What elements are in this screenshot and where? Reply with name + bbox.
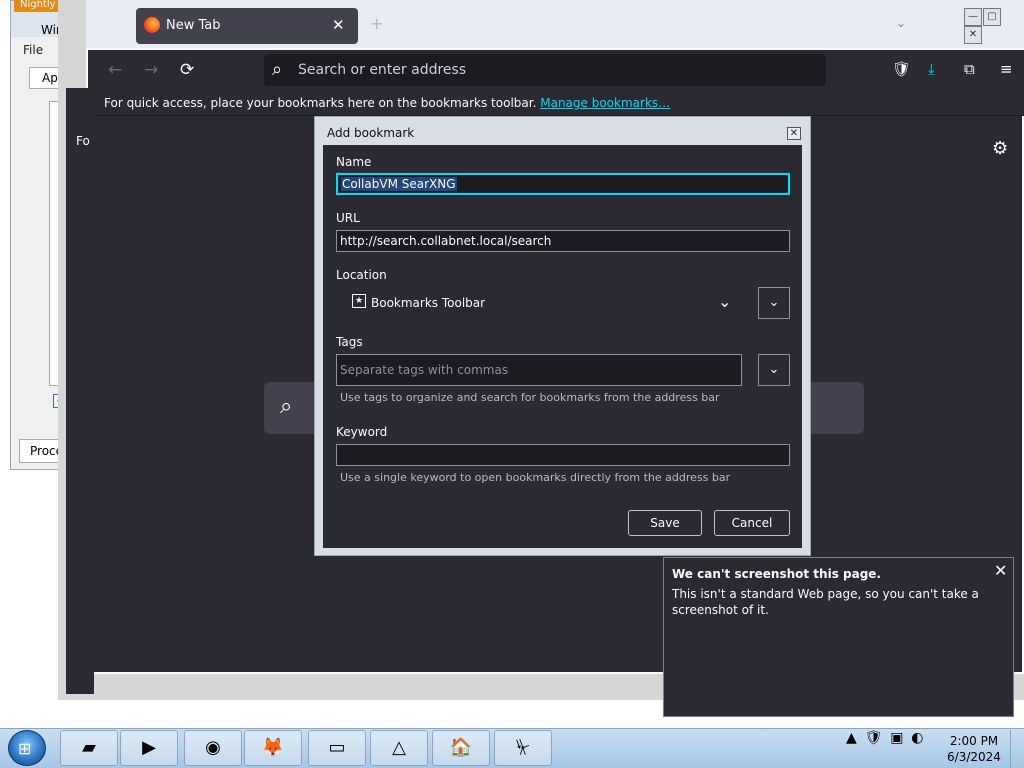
security-tray-icon[interactable]: 🛡 (865, 730, 883, 746)
app-menu-icon[interactable]: ≡ (1000, 60, 1013, 78)
clock[interactable]: 2:00 PM 6/3/2024 (944, 733, 1004, 765)
show-desktop-button[interactable] (1010, 730, 1024, 768)
maximize-button[interactable]: ▢ (983, 8, 1001, 26)
manage-bookmarks-link[interactable]: Manage bookmarks… (540, 96, 670, 110)
new-tab-button[interactable]: + (370, 14, 383, 33)
windows-logo-icon: ⊞ (18, 739, 32, 758)
chevron-down-icon: ⌄ (718, 292, 732, 311)
downloads-icon[interactable]: ⤓ (928, 60, 935, 78)
settings-gear-icon[interactable]: ⚙ (992, 138, 1008, 159)
notification-close-icon[interactable]: ✕ (994, 561, 1007, 580)
dialog-title: Add bookmark (327, 126, 415, 140)
taskbar-item-media[interactable]: ▶ (120, 730, 178, 766)
url-bar[interactable]: ⌕ Search or enter address (264, 54, 826, 86)
location-select[interactable]: ★ Bookmarks Toolbar ⌄ (336, 287, 742, 319)
back-icon[interactable]: ← (108, 60, 122, 80)
taskbar-item-app[interactable]: 🏠 (432, 730, 490, 766)
close-window-button[interactable]: ✕ (964, 26, 982, 44)
bookmark-folder-icon: ★ (352, 294, 366, 308)
add-bookmark-dialog: Add bookmark ✕ Name CollabVM SearXNG URL… (314, 116, 811, 556)
system-tray: ▲ 🛡 ▣ ◐ (846, 730, 938, 766)
location-value: Bookmarks Toolbar (371, 296, 486, 310)
url-placeholder: Search or enter address (298, 62, 467, 78)
background-browser-window: Fo (66, 88, 94, 694)
save-button[interactable]: Save (628, 510, 702, 536)
notification-title: We can't screenshot this page. (672, 567, 881, 581)
keyword-hint: Use a single keyword to open bookmarks d… (340, 471, 731, 484)
pocket-icon[interactable]: 🛡 (892, 60, 911, 78)
start-button[interactable]: ⊞ (8, 730, 46, 766)
menu-file[interactable]: File (23, 43, 43, 57)
forward-icon[interactable]: → (144, 60, 158, 80)
bookmarks-toolbar: For quick access, place your bookmarks h… (94, 92, 1024, 116)
clock-date: 6/3/2024 (947, 750, 1001, 764)
firefox-icon (144, 17, 160, 33)
tags-label: Tags (336, 335, 363, 349)
cancel-button[interactable]: Cancel (714, 510, 790, 536)
show-hidden-icons[interactable]: ▲ (846, 730, 857, 746)
taskbar-item-terminal[interactable]: ▰ (60, 730, 118, 766)
expand-folder-tree-button[interactable]: ⌄ (758, 287, 790, 319)
clock-time: 2:00 PM (949, 734, 999, 748)
taskbar-item-vlc[interactable]: △ (370, 730, 428, 766)
minimize-button[interactable]: — (964, 8, 982, 26)
name-value: CollabVM SearXNG (341, 177, 457, 191)
search-icon: ⌕ (280, 394, 293, 419)
network-tray-icon[interactable]: ▣ (890, 730, 903, 746)
tab-new-tab[interactable]: New Tab ✕ (136, 8, 358, 44)
tags-expand-button[interactable]: ⌄ (758, 354, 790, 386)
tab-close-icon[interactable]: ✕ (332, 16, 345, 34)
volume-tray-icon[interactable]: ◐ (911, 730, 923, 746)
location-label: Location (336, 268, 387, 282)
tags-hint: Use tags to organize and search for book… (340, 391, 720, 404)
url-field[interactable]: http://search.collabnet.local/search (336, 230, 790, 252)
tab-label: New Tab (166, 18, 221, 33)
keyword-field[interactable] (336, 444, 790, 466)
dialog-body: Name CollabVM SearXNG URL http://search.… (323, 145, 802, 548)
extensions-icon[interactable]: ⧉ (964, 60, 975, 78)
keyword-label: Keyword (336, 425, 388, 439)
list-all-tabs-icon[interactable]: ⌄ (896, 16, 906, 30)
screenshot-notification: We can't screenshot this page. This isn'… (663, 557, 1014, 717)
taskbar-item-firefox[interactable]: 🦊 (244, 730, 302, 766)
window-controls: — ▢✕ (964, 8, 1020, 44)
reload-icon[interactable]: ⟳ (180, 60, 194, 80)
search-icon: ⌕ (272, 59, 283, 80)
taskbar-item-display[interactable]: ▭ (308, 730, 366, 766)
taskbar-item-firefox-nightly[interactable]: ◉ (184, 730, 242, 766)
taskbar-item-task-manager[interactable]: ⏧ (494, 730, 552, 766)
stub-text: Fo (76, 134, 90, 148)
name-field[interactable]: CollabVM SearXNG (336, 173, 790, 195)
name-label: Name (336, 155, 372, 169)
url-label: URL (336, 211, 360, 225)
dialog-close-icon[interactable]: ✕ (787, 127, 801, 140)
bookmarks-bar-message: For quick access, place your bookmarks h… (104, 96, 537, 110)
tags-field[interactable]: Separate tags with commas (336, 354, 742, 386)
notification-body: This isn't a standard Web page, so you c… (672, 587, 979, 617)
